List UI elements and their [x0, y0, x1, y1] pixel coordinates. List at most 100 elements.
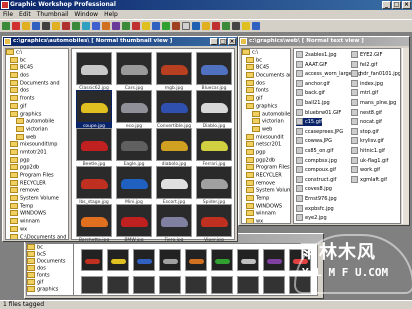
tree-item[interactable]: Temp	[6, 203, 68, 211]
thumbnail[interactable]	[185, 249, 207, 271]
file-item[interactable]: bluebrw01.GIF	[296, 109, 341, 117]
file-item[interactable]: compoux.gif	[296, 166, 336, 174]
file-item[interactable]: back.gif	[296, 89, 325, 97]
effects-icon[interactable]	[112, 22, 120, 30]
thumbnail[interactable]: Barchetta.jpg	[76, 204, 112, 244]
crop-icon[interactable]	[122, 22, 130, 30]
folder-icon[interactable]	[22, 22, 30, 30]
blur-icon[interactable]	[172, 22, 180, 30]
tree-item[interactable]: bc	[6, 57, 68, 65]
thumbnail[interactable]	[185, 276, 207, 294]
thumbnail[interactable]	[263, 276, 285, 294]
untag-icon[interactable]	[212, 22, 220, 30]
tree-item[interactable]: Program Files	[242, 164, 290, 172]
tree-item[interactable]: graphics	[242, 103, 290, 111]
thumbnail[interactable]: Convertible.jpg	[156, 90, 192, 130]
thumbnail[interactable]: Diablo.jpg	[196, 90, 232, 130]
tree-item[interactable]: fonts	[27, 272, 73, 279]
tree-item[interactable]: automobile	[242, 111, 290, 119]
tree-item[interactable]: winnam	[242, 210, 290, 218]
file-item[interactable]: nocat.gif	[351, 118, 382, 126]
file-item[interactable]: expbsfc.jpg	[296, 205, 334, 213]
rotate-icon[interactable]	[92, 22, 100, 30]
tree-item[interactable]: System Volume	[6, 195, 68, 203]
tree-item[interactable]: mixsoundit	[242, 134, 290, 142]
flip-icon[interactable]	[102, 22, 110, 30]
tree-item[interactable]: c:\	[242, 49, 290, 57]
file-item[interactable]: c15.gif	[296, 118, 323, 127]
tree-item[interactable]: Program Files	[6, 172, 68, 180]
color-icon[interactable]	[142, 22, 150, 30]
convert-icon[interactable]	[72, 22, 80, 30]
tree-item[interactable]: Documents and	[6, 80, 68, 88]
tree-item[interactable]: winnam	[6, 218, 68, 226]
tree-item[interactable]: pgp2db	[242, 157, 290, 165]
text-view-window[interactable]: c:\graphics\web\ [ Normal text view ] c:…	[238, 36, 410, 226]
text-icon[interactable]	[232, 22, 240, 30]
tree-item[interactable]: RECYCLER	[6, 180, 68, 188]
file-item[interactable]: cowwa.JPG	[296, 137, 332, 145]
file-item[interactable]: construct.gif	[296, 176, 336, 184]
save-icon[interactable]	[32, 22, 40, 30]
tree-item[interactable]: Temp	[242, 195, 290, 203]
print-icon[interactable]	[42, 22, 50, 30]
file-item[interactable]: xgmlaft.gif	[351, 176, 387, 184]
tree-item[interactable]: fronts	[6, 95, 68, 103]
file-item[interactable]: hitnic1.gif	[351, 147, 385, 155]
maximize-button[interactable]: □	[392, 1, 401, 9]
tree-item[interactable]: dos	[27, 265, 73, 272]
thumbnail[interactable]	[107, 276, 129, 294]
file-item[interactable]: cs85_on.gif	[296, 147, 333, 155]
file-item[interactable]: 2sables1.jpg	[296, 51, 337, 59]
tree-item[interactable]: automobile	[6, 118, 68, 126]
thumbnail[interactable]	[211, 249, 233, 271]
thumbnail[interactable]: Spider.jpg	[196, 166, 232, 206]
file-item[interactable]: eye2.jpg	[296, 214, 327, 222]
file-item[interactable]: hdr_fan0101.jpg	[351, 70, 400, 78]
tree-item[interactable]: wx	[242, 218, 290, 223]
close-button[interactable]: ×	[402, 1, 411, 9]
tree-item[interactable]: web	[6, 134, 68, 142]
thumbnail[interactable]	[159, 276, 181, 294]
tree-item[interactable]: bc	[27, 244, 73, 251]
minimize-button[interactable]: _	[382, 1, 391, 9]
tree-item[interactable]: RECYCLER	[242, 172, 290, 180]
maximize-button[interactable]: □	[219, 38, 227, 45]
open-icon[interactable]	[2, 22, 10, 30]
tree-item[interactable]: C:\Documents and	[6, 234, 68, 239]
tree-item[interactable]: remove	[242, 180, 290, 188]
menu-thumbnail[interactable]: Thumbnail	[37, 10, 69, 19]
file-item[interactable]: compbsx.jpg	[296, 157, 337, 165]
grid-icon[interactable]	[182, 22, 190, 30]
thumbnail[interactable]: Fiero.jpg	[156, 204, 192, 244]
tree-item[interactable]: pgp	[242, 149, 290, 157]
file-item[interactable]: uk-flag1.gif	[351, 157, 388, 165]
menu-file[interactable]: File	[3, 10, 13, 19]
thumbnail[interactable]	[237, 276, 259, 294]
thumbnail[interactable]: BMW.jpg	[116, 204, 152, 244]
move-icon[interactable]	[62, 22, 70, 30]
thumbnail-view-window[interactable]: c:\graphics\automobiles\ [ Normal thumbn…	[2, 36, 238, 244]
thumbnail[interactable]: Classic62.jpg	[76, 52, 112, 92]
file-item[interactable]: Ernst976.jpg	[296, 195, 337, 203]
tree-item[interactable]: victorian	[242, 118, 290, 126]
tree-item[interactable]: graphics	[6, 111, 68, 119]
thumbnail[interactable]: Cars.jpg	[116, 52, 152, 92]
tree-item[interactable]: WINDOWS	[6, 210, 68, 218]
tree-item[interactable]: WINDOWS	[242, 203, 290, 211]
thumbnail[interactable]: Escort.jpg	[156, 166, 192, 206]
help-icon[interactable]	[252, 22, 260, 30]
file-item[interactable]: ball21.jpg	[296, 99, 330, 107]
tree-item[interactable]: System Volume	[242, 187, 290, 195]
tree-item[interactable]: dos	[6, 87, 68, 95]
tree-item[interactable]: wx	[6, 226, 68, 234]
tree-item[interactable]: gif	[27, 279, 73, 286]
thumbnail[interactable]	[211, 276, 233, 294]
thumbnail[interactable]	[81, 249, 103, 271]
minimize-button[interactable]: _	[210, 38, 218, 45]
info-icon[interactable]	[192, 22, 200, 30]
thumbnail[interactable]	[133, 249, 155, 271]
thumbnail[interactable]	[237, 249, 259, 271]
tree-item[interactable]: pgp2db	[6, 164, 68, 172]
file-item[interactable]: stop.gif	[351, 128, 379, 136]
